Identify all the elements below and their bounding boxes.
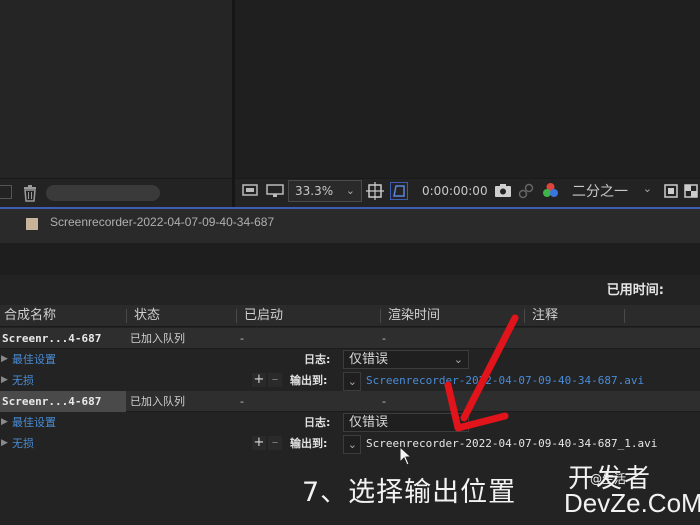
render-item-started: -	[240, 332, 244, 345]
log-label: 日志:	[304, 353, 331, 366]
remove-output-module-button[interactable]: –	[268, 436, 282, 450]
output-module-link[interactable]: 无损	[12, 370, 34, 391]
watermark-small-text: @生活	[590, 472, 627, 486]
render-item-name[interactable]: Screenr...4-687	[0, 391, 126, 412]
mouse-cursor-icon	[399, 446, 413, 466]
column-header-status[interactable]: 状态	[134, 306, 160, 326]
column-header-started[interactable]: 已启动	[244, 306, 283, 326]
project-scrollbar[interactable]	[46, 185, 160, 201]
chevron-down-icon: ⌄	[347, 438, 357, 451]
column-separator[interactable]	[126, 309, 127, 323]
render-item-render-time: -	[382, 395, 386, 408]
resolution-dropdown[interactable]: 二分之一 ⌄	[566, 180, 658, 202]
render-item-render-time: -	[382, 332, 386, 345]
expand-arrow-icon[interactable]: ▶	[1, 438, 8, 448]
chevron-down-icon: ⌄	[345, 184, 355, 197]
safe-margins-icon[interactable]	[366, 182, 384, 200]
transparency-grid-icon[interactable]	[684, 184, 698, 198]
column-separator[interactable]	[236, 309, 237, 323]
zoom-dropdown[interactable]: 33.3% ⌄	[288, 180, 362, 202]
add-output-module-button[interactable]: +	[252, 436, 266, 450]
expand-arrow-icon[interactable]: ▶	[1, 375, 8, 385]
tutorial-caption: 7、选择输出位置	[302, 477, 517, 508]
chevron-down-icon: ⌄	[642, 182, 652, 195]
render-queue-header	[0, 305, 700, 327]
render-item-name[interactable]: Screenr...4-687	[2, 328, 101, 349]
remove-output-module-button[interactable]: –	[268, 373, 282, 387]
column-header-comment[interactable]: 注释	[532, 306, 558, 326]
output-to-label: 输出到:	[290, 374, 328, 387]
column-separator[interactable]	[624, 309, 625, 323]
panel-gap	[0, 243, 700, 275]
output-path-dropdown[interactable]: ⌄	[343, 435, 361, 454]
add-output-module-button[interactable]: +	[252, 373, 266, 387]
output-file-link[interactable]: Screenrecorder-2022-04-07-09-40-34-687.a…	[366, 370, 644, 391]
column-header-render-time[interactable]: 渲染时间	[388, 306, 440, 326]
composition-name[interactable]: Screenrecorder-2022-04-07-09-40-34-687	[50, 215, 274, 229]
expand-arrow-icon[interactable]: ▶	[1, 417, 8, 427]
composition-viewer[interactable]	[235, 0, 700, 178]
render-item-row[interactable]	[0, 328, 700, 349]
log-dropdown[interactable]: 仅错误 ⌄	[343, 350, 469, 369]
monitor-icon[interactable]	[266, 184, 284, 198]
log-dropdown[interactable]: 仅错误 ⌄	[343, 413, 469, 432]
render-item-status: 已加入队列	[130, 332, 185, 345]
log-value: 仅错误	[349, 415, 389, 430]
render-settings-link[interactable]: 最佳设置	[12, 412, 56, 433]
resolution-value: 二分之一	[572, 184, 628, 200]
column-separator[interactable]	[524, 309, 525, 323]
chevron-down-icon: ⌄	[453, 416, 463, 429]
trash-icon[interactable]	[22, 184, 38, 202]
timecode[interactable]: 0:00:00:00	[422, 178, 488, 204]
render-item-status: 已加入队列	[130, 395, 185, 408]
flowchart-icon[interactable]	[0, 185, 12, 199]
log-label: 日志:	[304, 416, 331, 429]
column-separator[interactable]	[380, 309, 381, 323]
output-module-link[interactable]: 无损	[12, 433, 34, 454]
region-of-interest-icon[interactable]	[664, 184, 678, 198]
output-to-label: 输出到:	[290, 437, 328, 450]
expand-arrow-icon[interactable]: ▶	[1, 354, 8, 364]
column-header-comp-name[interactable]: 合成名称	[4, 306, 56, 326]
camera-icon[interactable]	[494, 183, 512, 198]
mask-visibility-icon[interactable]	[390, 182, 408, 200]
elapsed-time-label: 已用时间:	[606, 283, 664, 298]
chevron-down-icon: ⌄	[347, 375, 357, 388]
zoom-value: 33.3%	[295, 184, 334, 198]
output-path-dropdown[interactable]: ⌄	[343, 372, 361, 391]
composition-color-swatch	[26, 218, 38, 230]
always-preview-icon[interactable]	[242, 184, 258, 198]
link-icon[interactable]	[518, 183, 534, 199]
render-status-bar	[0, 275, 700, 303]
chevron-down-icon: ⌄	[453, 353, 463, 366]
project-panel	[0, 0, 232, 178]
channel-icon[interactable]	[542, 182, 559, 199]
watermark-site-text: DevZe.CoM	[564, 488, 700, 518]
render-settings-link[interactable]: 最佳设置	[12, 349, 56, 370]
render-item-started: -	[240, 395, 244, 408]
log-value: 仅错误	[349, 352, 389, 367]
